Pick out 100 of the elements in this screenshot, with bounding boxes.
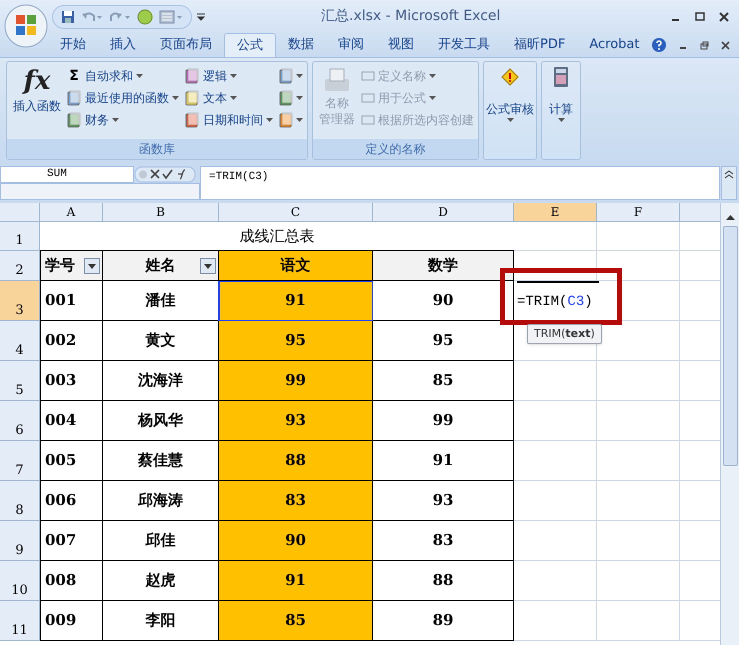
ribbon-menu-button[interactable]: 日期和时间 — [184, 109, 273, 131]
table-cell: 99 — [219, 361, 373, 401]
ribbon-large-button[interactable]: 计算 — [541, 61, 581, 160]
ribbon-tab[interactable]: 页面布局 — [148, 33, 224, 57]
filter-dropdown-icon[interactable] — [200, 258, 216, 274]
ribbon-tab[interactable]: 开发工具 — [426, 33, 502, 57]
dropdown-caret-icon — [558, 118, 564, 122]
table-cell: 006 — [40, 481, 103, 521]
table-cell: 83 — [373, 521, 514, 561]
collapse-icon[interactable] — [721, 166, 737, 200]
table-cell: 003 — [40, 361, 103, 401]
row-header[interactable]: 8 — [0, 481, 40, 521]
ribbon-tab[interactable]: 视图 — [376, 33, 426, 57]
vertical-scrollbar[interactable] — [720, 203, 739, 645]
scrollbar-thumb[interactable] — [722, 226, 738, 466]
column-header[interactable]: E — [514, 203, 597, 222]
table-cell: 赵虎 — [103, 561, 219, 601]
column-header[interactable]: B — [103, 203, 219, 222]
table-header-cell: 学号 — [40, 251, 103, 281]
row-header[interactable]: 6 — [0, 401, 40, 441]
column-header[interactable]: D — [373, 203, 514, 222]
formula-field[interactable]: =TRIM(C3) — [200, 166, 720, 200]
row-header[interactable]: 2 — [0, 251, 40, 281]
dropdown-caret-icon — [136, 74, 143, 78]
tag-icon — [361, 70, 375, 82]
book-icon — [66, 90, 82, 106]
row-header[interactable]: 10 — [0, 561, 40, 601]
dropdown-caret-icon — [230, 96, 237, 100]
ribbon-large-button[interactable]: 公式审核 — [483, 61, 537, 160]
ribbon-tab[interactable]: 审阅 — [326, 33, 376, 57]
table-cell: 99 — [373, 401, 514, 441]
dropdown-caret-icon — [296, 96, 303, 100]
row-header[interactable]: 4 — [0, 321, 40, 361]
restore-icon[interactable] — [700, 40, 710, 50]
dropdown-caret-icon — [172, 96, 179, 100]
table-cell: 88 — [373, 561, 514, 601]
table-header-cell: 数学 — [373, 251, 514, 281]
book-icon — [184, 68, 200, 84]
column-header[interactable]: C — [219, 203, 373, 222]
row-header[interactable]: 5 — [0, 361, 40, 401]
column-header[interactable]: F — [597, 203, 680, 222]
book-icon — [184, 112, 200, 128]
ribbon-menu-button[interactable]: 财务 — [66, 109, 179, 131]
row-header[interactable]: 1 — [0, 222, 40, 251]
close-icon[interactable] — [719, 12, 729, 22]
table-cell: 93 — [219, 401, 373, 441]
tag-icon — [361, 114, 375, 126]
warning-check-icon — [499, 66, 521, 88]
table-cell: 蔡佳慧 — [103, 441, 219, 481]
table-cell: 89 — [373, 601, 514, 641]
book-icon — [278, 90, 294, 106]
circle-icon[interactable] — [137, 8, 153, 24]
formula-buttons-icon[interactable] — [134, 166, 196, 183]
ribbon-menu-button[interactable]: 文本 — [184, 87, 273, 109]
row-header[interactable]: 11 — [0, 601, 40, 641]
cell-editor[interactable]: =TRIM(C3) — [517, 281, 599, 321]
book-icon — [278, 112, 294, 128]
ribbon-menu-button[interactable]: Σ 自动求和 — [66, 65, 179, 87]
table-cell: 91 — [219, 281, 373, 321]
maximize-icon[interactable] — [695, 12, 705, 22]
group-label: 定义的名称 — [313, 139, 478, 159]
ribbon-tab[interactable]: 公式 — [224, 33, 276, 57]
table-cell: 杨风华 — [103, 401, 219, 441]
column-header[interactable]: A — [40, 203, 103, 222]
calculator-icon — [552, 66, 570, 88]
ribbon-menu-button[interactable]: 逻辑 — [184, 65, 273, 87]
table-cell: 91 — [373, 441, 514, 481]
insert-function-button[interactable]: fx 插入函数 — [11, 65, 63, 115]
close-icon[interactable] — [721, 40, 730, 50]
book-icon — [66, 112, 82, 128]
dropdown-caret-icon — [266, 118, 273, 122]
table-cell: 沈海洋 — [103, 361, 219, 401]
help-icon[interactable] — [651, 37, 668, 53]
table-cell: 黄文 — [103, 321, 219, 361]
table-cell: 潘佳 — [103, 281, 219, 321]
dropdown-caret-icon — [506, 118, 514, 122]
office-button-icon[interactable] — [4, 4, 48, 48]
table-header-cell: 语文 — [219, 251, 373, 281]
table-cell: 005 — [40, 441, 103, 481]
row-header[interactable]: 7 — [0, 441, 40, 481]
sigma-icon: Σ — [66, 66, 82, 86]
dropdown-caret-icon — [112, 118, 119, 122]
name-box[interactable]: SUM — [0, 166, 134, 183]
filter-dropdown-icon[interactable] — [84, 258, 100, 274]
ribbon-tab[interactable]: 数据 — [276, 33, 326, 57]
save-icon[interactable] — [61, 10, 75, 24]
ribbon-tab[interactable]: Acrobat — [577, 33, 652, 57]
window-title: 汇总.xlsx - Microsoft Excel — [321, 7, 500, 26]
table-header-cell: 姓名 — [103, 251, 219, 281]
row-header[interactable]: 3 — [0, 281, 40, 321]
ribbon-tab[interactable]: 福昕PDF — [502, 33, 578, 57]
customize-caret-icon[interactable] — [196, 12, 206, 20]
table-cell: 93 — [373, 481, 514, 521]
ribbon-tab[interactable]: 开始 — [48, 33, 98, 57]
row-header[interactable]: 9 — [0, 521, 40, 561]
ribbon-menu-button[interactable]: 最近使用的函数 — [66, 87, 179, 109]
form-icon[interactable] — [159, 10, 183, 24]
table-cell: 002 — [40, 321, 103, 361]
table-cell: 85 — [219, 601, 373, 641]
ribbon-tab[interactable]: 插入 — [98, 33, 148, 57]
